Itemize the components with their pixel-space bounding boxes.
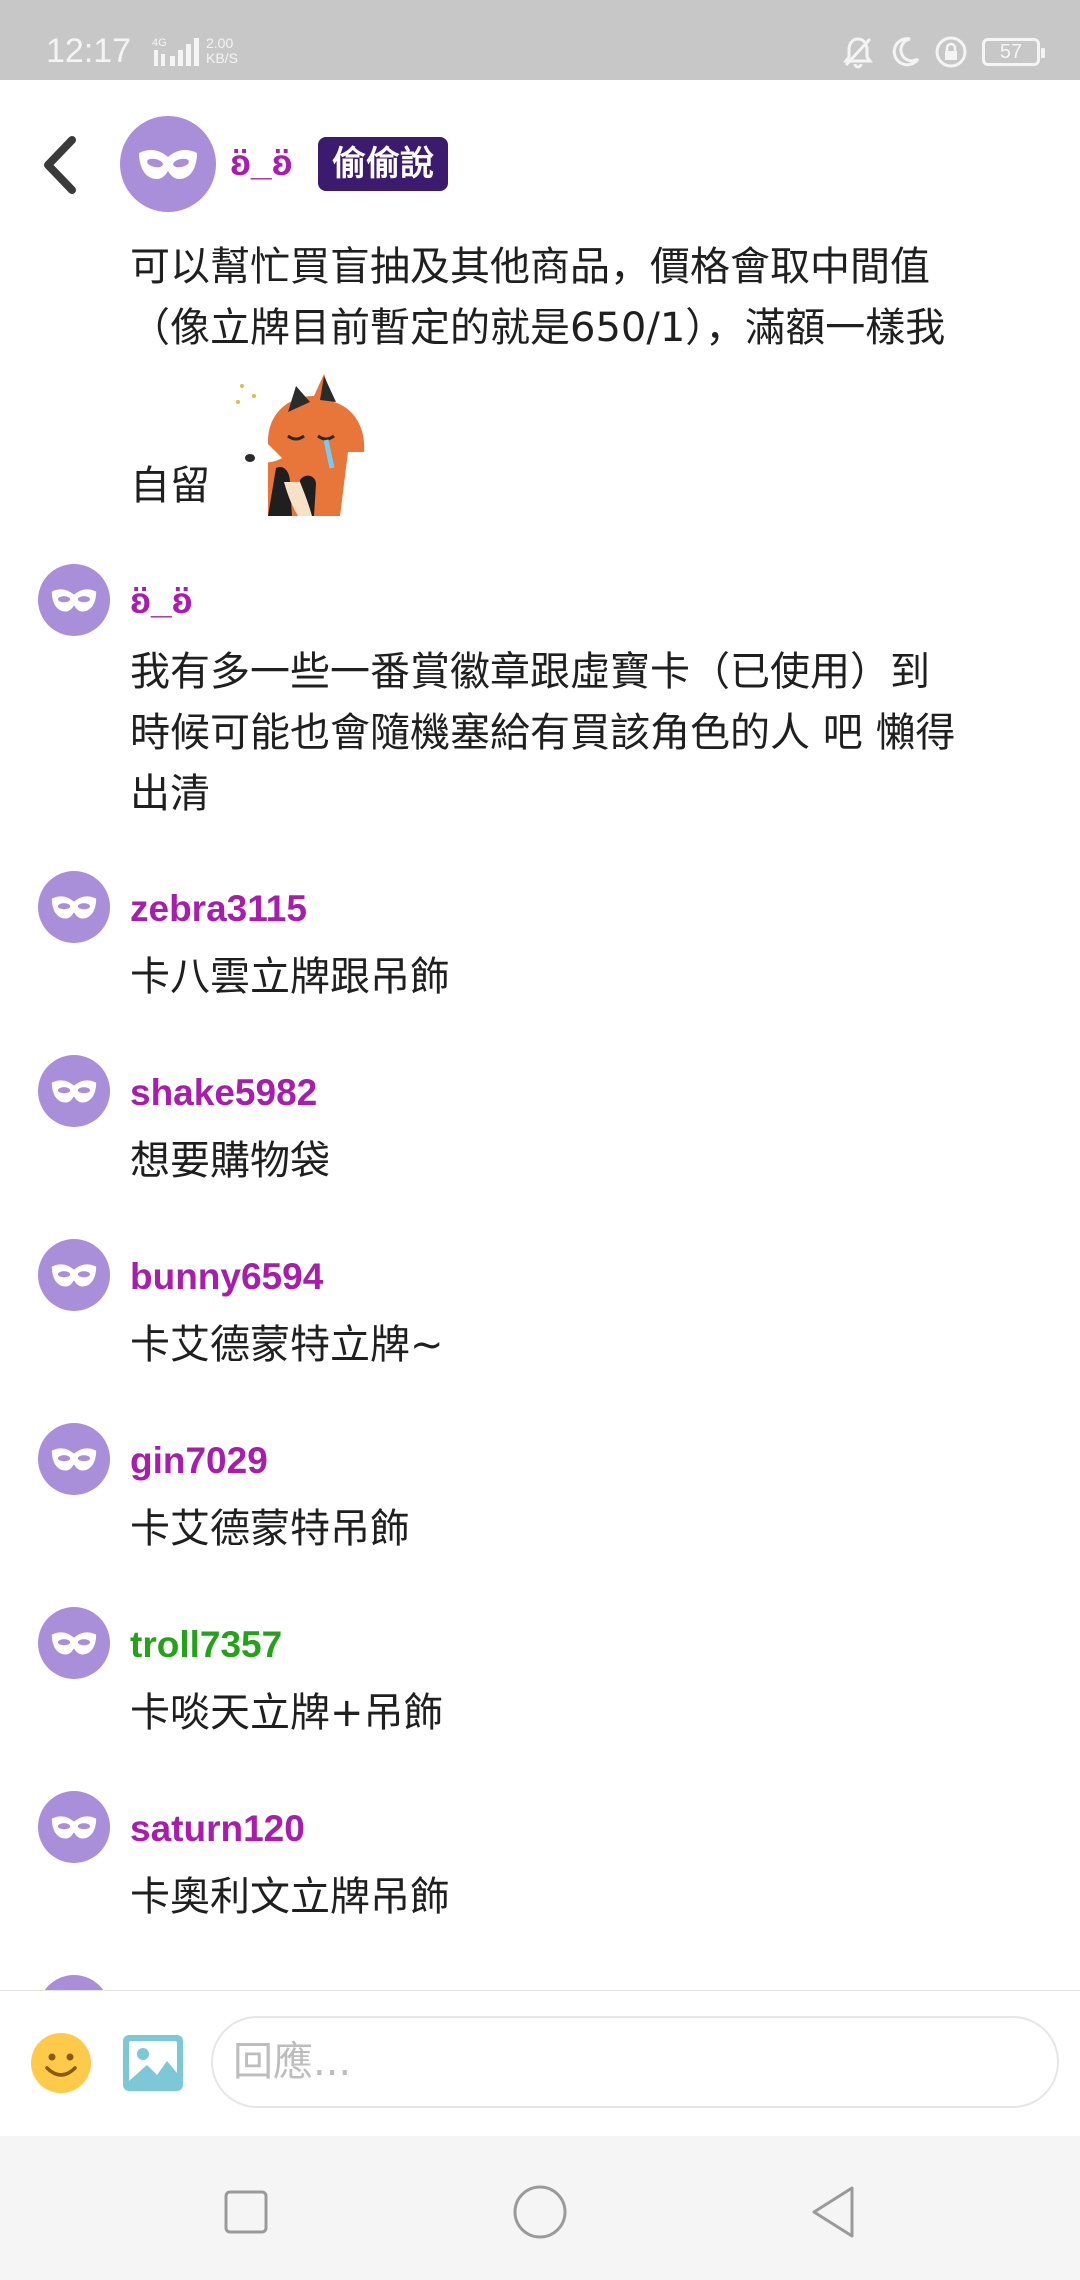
username[interactable]: troll7357 bbox=[130, 1624, 282, 1666]
author-name[interactable]: ʚ̈_ʚ̈ bbox=[230, 142, 293, 184]
username[interactable]: zebra3115 bbox=[130, 888, 307, 930]
status-bar: 12:17 4G 2.00 KB/S 57 bbox=[0, 0, 1080, 80]
bell-muted-icon bbox=[843, 37, 873, 69]
avatar[interactable] bbox=[38, 1239, 110, 1311]
emoji-icon[interactable] bbox=[30, 2032, 92, 2094]
mask-icon bbox=[139, 150, 197, 179]
message-text: 自留 bbox=[130, 456, 210, 517]
message-line: （像立牌目前暫定的就是650/1），滿額一樣我 bbox=[130, 305, 946, 351]
message-line: 時候可能也會隨機塞給有買該角色的人 吧 懶得 bbox=[130, 710, 956, 756]
mask-icon bbox=[51, 1080, 97, 1103]
message-line: 自留 bbox=[130, 463, 210, 509]
triangle-back-icon[interactable] bbox=[804, 2182, 864, 2242]
moon-icon bbox=[892, 37, 920, 67]
username[interactable]: gin7029 bbox=[130, 1440, 268, 1482]
username[interactable]: ʚ̈_ʚ̈ bbox=[130, 580, 193, 622]
message-text: 可以幫忙買盲抽及其他商品，價格會取中間值 （像立牌目前暫定的就是650/1），滿… bbox=[130, 237, 945, 359]
circle-icon[interactable] bbox=[510, 2182, 570, 2242]
avatar[interactable] bbox=[38, 1791, 110, 1863]
mask-icon bbox=[51, 1816, 97, 1839]
message-line: 想要購物袋 bbox=[130, 1138, 330, 1184]
battery-level: 57 bbox=[999, 40, 1023, 63]
avatar[interactable] bbox=[38, 1055, 110, 1127]
network-label: 4G bbox=[152, 37, 167, 49]
fox-crying-sticker[interactable] bbox=[228, 372, 376, 516]
avatar[interactable] bbox=[38, 871, 110, 943]
reply-placeholder: 回應... bbox=[233, 2039, 352, 2085]
message-text: 我有多一些一番賞徽章跟虛寶卡（已使用）到 時候可能也會隨機塞給有買該角色的人 吧… bbox=[130, 642, 955, 825]
rotation-lock-icon bbox=[935, 36, 967, 68]
square-icon[interactable] bbox=[216, 2182, 276, 2242]
avatar[interactable] bbox=[38, 1607, 110, 1679]
message-line: 我有多一些一番賞徽章跟虛寶卡（已使用）到 bbox=[130, 649, 930, 695]
message-line: 卡八雲立牌跟吊飾 bbox=[130, 954, 450, 1000]
mask-icon bbox=[51, 1264, 97, 1287]
message-text: 卡奧利文立牌吊飾 bbox=[130, 1867, 450, 1928]
mask-icon bbox=[51, 896, 97, 919]
avatar[interactable] bbox=[38, 1423, 110, 1495]
message-text: 想要購物袋 bbox=[130, 1131, 330, 1192]
anonymous-badge: 偷偷說 bbox=[318, 137, 448, 191]
back-arrow-icon[interactable] bbox=[36, 130, 86, 200]
network-speed-value: 2.00 bbox=[206, 35, 234, 51]
status-time: 12:17 bbox=[46, 32, 132, 70]
battery-indicator: 57 bbox=[982, 38, 1045, 66]
network-speed: 2.00 KB/S bbox=[206, 36, 238, 66]
status-icons: 57 bbox=[842, 34, 1045, 70]
message-line: 卡艾德蒙特吊飾 bbox=[130, 1506, 410, 1552]
avatar[interactable] bbox=[120, 116, 216, 212]
signal-icon: 4G bbox=[152, 37, 199, 66]
mask-icon bbox=[51, 1632, 97, 1655]
reply-input[interactable]: 回應... bbox=[211, 2016, 1059, 2108]
username[interactable]: bunny6594 bbox=[130, 1256, 323, 1298]
image-icon[interactable] bbox=[121, 2031, 185, 2095]
message-line: 可以幫忙買盲抽及其他商品，價格會取中間值 bbox=[130, 244, 930, 290]
username[interactable]: saturn120 bbox=[130, 1808, 305, 1850]
username[interactable]: shake5982 bbox=[130, 1072, 317, 1114]
network-speed-unit: KB/S bbox=[206, 50, 238, 66]
mask-icon bbox=[51, 1448, 97, 1471]
message-line: 卡奧利文立牌吊飾 bbox=[130, 1874, 450, 1920]
message-text: 卡八雲立牌跟吊飾 bbox=[130, 947, 450, 1008]
message-text: 卡艾德蒙特吊飾 bbox=[130, 1499, 410, 1560]
message-text: 卡啖天立牌+吊飾 bbox=[130, 1683, 444, 1744]
message-text: 卡艾德蒙特立牌~ bbox=[130, 1315, 444, 1376]
message-line: 卡啖天立牌+吊飾 bbox=[130, 1690, 444, 1736]
message-line: 出清 bbox=[130, 771, 210, 817]
reply-bar: 回應... bbox=[0, 1990, 1080, 2137]
message-line: 卡艾德蒙特立牌~ bbox=[130, 1322, 444, 1368]
mask-icon bbox=[51, 589, 97, 612]
system-nav-bar bbox=[0, 2136, 1080, 2280]
avatar[interactable] bbox=[38, 564, 110, 636]
